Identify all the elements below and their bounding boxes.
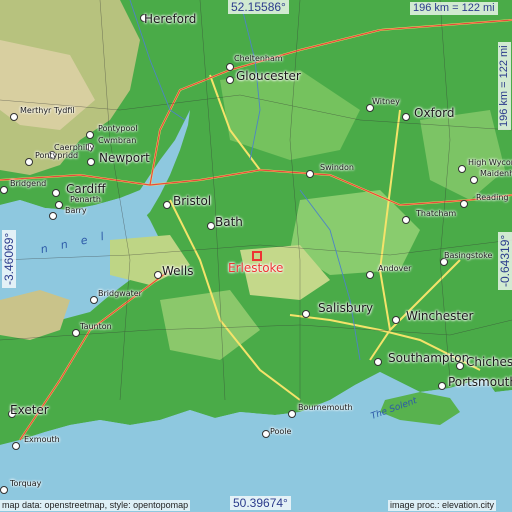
city-dot[interactable] [87,158,95,166]
city-label: Bridgend [10,179,47,188]
city-dot[interactable] [52,189,60,197]
city-dot[interactable] [456,362,464,370]
city-dot[interactable] [288,410,296,418]
city-dot[interactable] [458,165,466,173]
city-label: Andover [378,264,412,273]
scale-bar-vertical: 196 km = 122 mi [498,42,511,130]
city-dot[interactable] [0,186,8,194]
city-dot[interactable] [12,442,20,450]
city-label: Bath [215,215,243,229]
city-dot[interactable] [55,201,63,209]
city-label: Cheltenham [234,54,283,63]
city-dot[interactable] [302,310,310,318]
scale-bar-top: 196 km = 122 mi [410,2,498,15]
city-dot[interactable] [0,486,8,494]
city-dot[interactable] [470,176,478,184]
city-label: Wells [162,264,194,278]
city-label: Newport [99,151,150,165]
city-label: Salisbury [318,301,374,315]
city-dot[interactable] [366,271,374,279]
target-marker[interactable] [252,251,262,261]
city-label: High Wycombe [468,158,512,167]
city-dot[interactable] [163,201,171,209]
city-label: Pontypool [98,124,138,133]
city-dot[interactable] [262,430,270,438]
city-label: Thatcham [416,209,457,218]
city-label: Maidenhead [480,169,512,178]
city-label: Torquay [10,479,42,488]
city-label: Hereford [144,12,197,26]
city-label: Exeter [10,403,49,417]
city-dot[interactable] [392,316,400,324]
city-dot[interactable] [154,271,162,279]
city-dot[interactable] [90,296,98,304]
city-label: Chichester [466,355,512,369]
city-label: Pontypridd [35,151,79,160]
city-dot[interactable] [25,158,33,166]
city-dot[interactable] [438,382,446,390]
city-label: Reading [476,193,509,202]
city-label: Penarth [70,195,101,204]
city-label: Taunton [80,322,112,331]
city-label: Bridgwater [98,289,142,298]
topographic-map[interactable]: 52.15586° 196 km = 122 mi 50.39674° -3.4… [0,0,512,512]
city-label: Exmouth [24,435,60,444]
city-dot[interactable] [402,113,410,121]
city-dot[interactable] [226,63,234,71]
credits-left: map data: openstreetmap, style: opentopo… [0,500,191,511]
credits-right: image proc.: elevation.city [388,500,497,511]
city-label: Winchester [406,309,474,323]
city-dot[interactable] [402,216,410,224]
city-dot[interactable] [460,200,468,208]
city-label: Merthyr Tydfil [20,106,75,115]
city-label: Bristol [173,194,212,208]
city-dot[interactable] [86,131,94,139]
right-longitude: -0.64319° [498,231,512,290]
city-dot[interactable] [226,76,234,84]
city-label: Bournemouth [298,403,353,412]
city-dot[interactable] [207,222,215,230]
left-longitude: -3.46069° [2,229,16,288]
city-label: Swindon [320,163,354,172]
city-label: Witney [372,97,400,106]
city-dot[interactable] [72,329,80,337]
target-label: Erlestoke [228,261,284,275]
city-label: Gloucester [236,69,301,83]
bottom-latitude: 50.39674° [230,496,291,510]
top-latitude: 52.15586° [228,0,289,14]
city-dot[interactable] [374,358,382,366]
city-label: Basingstoke [444,251,493,260]
city-label: Cwmbran [98,136,137,145]
city-dot[interactable] [306,170,314,178]
city-label: Barry [65,206,87,215]
city-label: Oxford [414,106,455,120]
city-dot[interactable] [49,212,57,220]
city-label: Poole [270,427,292,436]
city-label: Portsmouth [448,375,512,389]
city-dot[interactable] [10,113,18,121]
city-label: Cardiff [66,182,106,196]
